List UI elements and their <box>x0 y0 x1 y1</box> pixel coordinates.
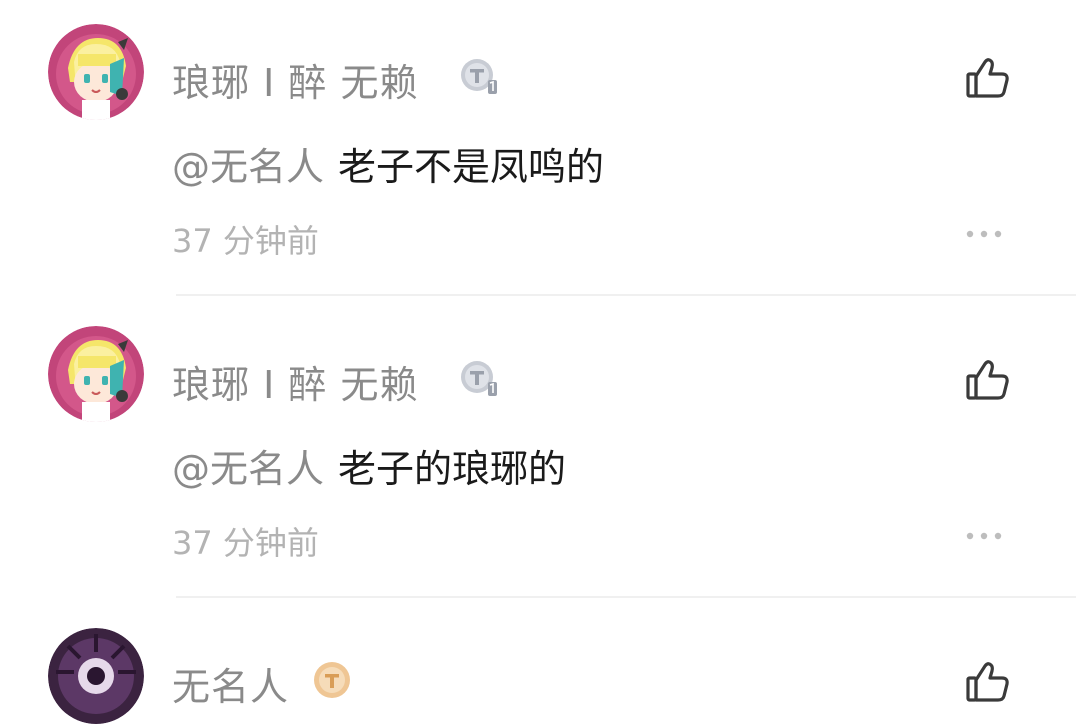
comment-text: 老子不是凤鸣的 <box>338 145 605 189</box>
gold-t-badge-icon <box>312 660 352 700</box>
comment-item: 无名人 <box>0 604 1076 724</box>
username[interactable]: 琅琊 I 醉 无赖 <box>172 354 418 409</box>
silver-t-badge-icon <box>460 56 500 96</box>
user-avatar[interactable] <box>48 326 144 422</box>
divider <box>176 596 1076 598</box>
like-thumbs-up-icon[interactable] <box>964 54 1012 102</box>
comment-timestamp: 37 分钟前 <box>172 222 319 260</box>
comment-timestamp: 37 分钟前 <box>172 524 319 562</box>
dark-purple-avatar-icon <box>48 628 144 724</box>
username[interactable]: 无名人 <box>172 656 289 711</box>
anime-avatar-icon <box>48 326 144 422</box>
user-avatar[interactable] <box>48 24 144 120</box>
comment-item: 琅琊 I 醉 无赖 @无名人 老子的琅琊的 37 分钟前 <box>0 302 1076 604</box>
mention-link[interactable]: @无名人 <box>172 447 324 491</box>
like-thumbs-up-icon[interactable] <box>964 356 1012 404</box>
user-avatar[interactable] <box>48 628 144 724</box>
comment-body: @无名人 老子的琅琊的 <box>172 438 566 493</box>
like-thumbs-up-icon[interactable] <box>964 658 1012 706</box>
divider <box>176 294 1076 296</box>
comment-text: 老子的琅琊的 <box>338 447 567 491</box>
mention-link[interactable]: @无名人 <box>172 145 324 189</box>
silver-t-badge-icon <box>460 358 500 398</box>
anime-avatar-icon <box>48 24 144 120</box>
comment-item: 琅琊 I 醉 无赖 @无名人 老子不是凤鸣的 37 分钟前 <box>0 0 1076 302</box>
more-options-icon[interactable] <box>962 216 1006 252</box>
username[interactable]: 琅琊 I 醉 无赖 <box>172 52 418 107</box>
more-options-icon[interactable] <box>962 518 1006 554</box>
comment-body: @无名人 老子不是凤鸣的 <box>172 136 604 191</box>
